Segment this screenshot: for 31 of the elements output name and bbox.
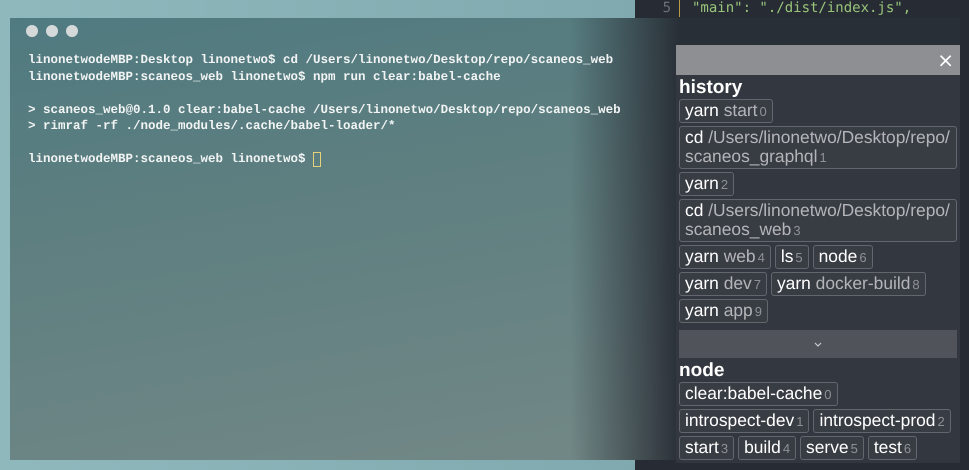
command-chip[interactable]: cd /Users/linonetwo/Desktop/repo/ scaneos_graphql 1 [679, 126, 957, 169]
command-chip[interactable]: serve 5 [800, 436, 864, 460]
window-control[interactable] [66, 25, 78, 37]
chevron-down-icon [814, 342, 822, 346]
command-chip[interactable]: yarn app 9 [679, 299, 768, 323]
terminal-line: linonetwodeMBP:Desktop linonetwo$ cd /Users/linonetwo/Desktop/repo/scaneos_web [28, 52, 614, 68]
command-chip[interactable]: cd /Users/linonetwo/Desktop/repo/ scaneos_web 3 [679, 199, 957, 242]
section-title: node [679, 359, 724, 381]
terminal-line: linonetwodeMBP:scaneos_web linonetwo$ npm run clear:babel-cache [28, 68, 501, 85]
command-chip[interactable]: yarn dev7 [679, 272, 767, 296]
window-control[interactable] [46, 25, 58, 37]
command-chip[interactable]: yarn docker-build 8 [770, 272, 926, 296]
line-number: 5 [635, 0, 680, 17]
command-chip[interactable]: test6 [868, 436, 918, 460]
command-chip[interactable]: ls 5 [774, 245, 809, 269]
command-chip[interactable]: introspect-dev 1 [679, 409, 810, 433]
command-chip[interactable]: yarn web4 [679, 245, 771, 269]
command-chip[interactable]: start3 [679, 436, 734, 460]
command-chip[interactable]: node 6 [812, 245, 873, 269]
command-chip[interactable]: yarn 2 [679, 172, 734, 196]
command-chip[interactable]: build 4 [738, 436, 796, 460]
cursor-icon [313, 152, 322, 167]
terminal-line: linonetwodeMBP:scaneos_web linonetwo$ [28, 151, 307, 168]
terminal-line: > rimraf -rf ./node_modules/.cache/babel-loader/* [28, 118, 396, 134]
command-chip[interactable]: introspect-prod 2 [813, 409, 951, 433]
terminal-line: > scaneos_web@0.1.0 clear:babel-cache /Users/linonetwo/Desktop/repo/scaneos_web [28, 102, 621, 118]
code-line: "main": "./dist/index.js", [692, 0, 912, 17]
section-title: history [679, 76, 742, 98]
command-chip[interactable]: yarn start0 [679, 99, 773, 123]
window-control[interactable] [26, 25, 38, 37]
command-chip[interactable]: clear:babel-cache 0 [679, 382, 838, 406]
